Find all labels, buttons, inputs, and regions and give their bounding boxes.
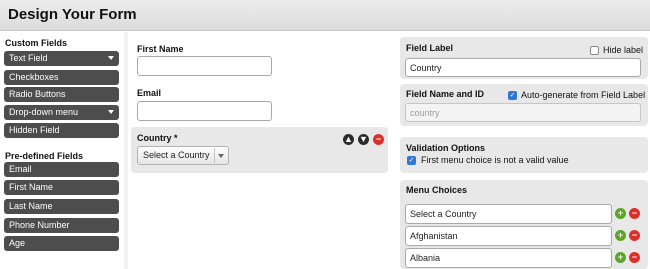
country-select-value: Select a Country (143, 150, 210, 160)
add-checkboxes-button[interactable]: Checkboxes (4, 70, 119, 85)
validation-heading: Validation Options (406, 143, 486, 153)
add-radio-buttons-button[interactable]: Radio Buttons (4, 87, 119, 102)
sidebar-item-label: Checkboxes (9, 72, 59, 82)
first-name-label: First Name (137, 44, 184, 54)
field-palette-sidebar: Custom Fields Text Field Checkboxes Radi… (0, 32, 123, 269)
predefined-fields-heading: Pre-defined Fields (5, 151, 84, 161)
add-dropdown-menu-button[interactable]: Drop-down menu (4, 105, 119, 120)
page-title: Design Your Form (8, 6, 137, 23)
autogenerate-checkbox[interactable]: ✓ (508, 91, 517, 100)
country-label: Country * (137, 133, 178, 143)
email-input[interactable] (137, 101, 272, 121)
sidebar-item-label: Age (9, 238, 26, 248)
sidebar-item-label: Phone Number (9, 220, 70, 230)
add-hidden-field-button[interactable]: Hidden Field (4, 123, 119, 138)
sidebar-item-label: First Name (9, 182, 54, 192)
delete-field-icon[interactable]: − (373, 134, 384, 145)
add-choice-icon[interactable]: + (615, 252, 626, 263)
country-select[interactable]: Select a Country (137, 146, 229, 165)
add-last-name-field-button[interactable]: Last Name (4, 199, 119, 214)
sidebar-item-label: Radio Buttons (9, 89, 66, 99)
field-label-input[interactable]: Country (405, 58, 641, 77)
sidebar-item-label: Drop-down menu (9, 107, 79, 117)
remove-choice-icon[interactable]: − (629, 252, 640, 263)
add-choice-icon[interactable]: + (615, 208, 626, 219)
hide-label-checkbox[interactable] (590, 46, 599, 55)
move-down-icon[interactable]: ▼ (358, 134, 369, 145)
add-text-field-button[interactable]: Text Field (4, 51, 119, 66)
title-bar: Design Your Form (0, 0, 650, 31)
menu-choices-heading: Menu Choices (406, 185, 468, 195)
add-age-field-button[interactable]: Age (4, 236, 119, 251)
field-name-input[interactable]: country (405, 103, 641, 122)
first-choice-invalid-checkbox[interactable]: ✓ (407, 156, 416, 165)
menu-choice-input[interactable]: Albania (405, 248, 612, 268)
field-name-heading: Field Name and ID (406, 89, 485, 99)
chevron-down-icon (218, 154, 224, 158)
sidebar-item-label: Email (9, 164, 32, 174)
sidebar-item-label: Hidden Field (9, 125, 60, 135)
add-phone-number-field-button[interactable]: Phone Number (4, 218, 119, 233)
add-first-name-field-button[interactable]: First Name (4, 180, 119, 195)
remove-choice-icon[interactable]: − (629, 208, 640, 219)
autogenerate-text: Auto-generate from Field Label (521, 90, 646, 100)
custom-fields-heading: Custom Fields (5, 38, 68, 48)
first-name-input[interactable] (137, 56, 272, 76)
select-divider (214, 148, 215, 163)
remove-choice-icon[interactable]: − (629, 230, 640, 241)
column-divider (124, 32, 128, 269)
sidebar-item-label: Text Field (9, 53, 48, 63)
field-label-heading: Field Label (406, 43, 454, 53)
add-choice-icon[interactable]: + (615, 230, 626, 241)
chevron-down-icon[interactable] (108, 56, 114, 60)
email-label: Email (137, 88, 162, 98)
chevron-down-icon[interactable] (108, 110, 114, 114)
add-email-field-button[interactable]: Email (4, 162, 119, 177)
first-choice-invalid-text: First menu choice is not a valid value (421, 155, 569, 165)
move-up-icon[interactable]: ▲ (343, 134, 354, 145)
menu-choice-input[interactable]: Afghanistan (405, 226, 612, 246)
sidebar-item-label: Last Name (9, 201, 53, 211)
menu-choice-input[interactable]: Select a Country (405, 204, 612, 224)
hide-label-text: Hide label (603, 45, 644, 55)
